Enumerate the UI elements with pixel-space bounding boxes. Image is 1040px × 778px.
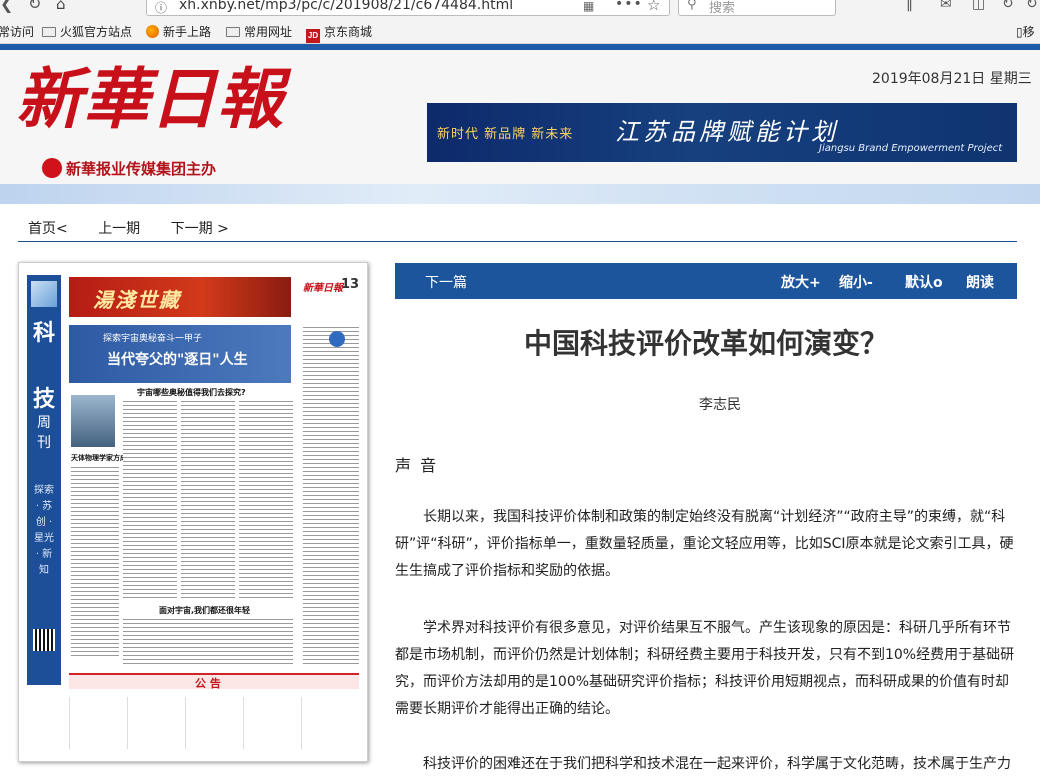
mini-logo: 新華日報	[303, 283, 343, 294]
back-icon[interactable]: ❮	[0, 0, 13, 13]
article-paragraph: 学术界对科技评价有很多意见，对评价结果互不服气。产生该现象的原因是：科研几乎所有…	[395, 620, 1015, 717]
column-headline-2: 面对宇宙,我们都还很年轻	[159, 606, 251, 615]
bookmark-common-sites[interactable]: 常用网址	[226, 23, 292, 40]
feature-header: 探索宇宙奥秘奋斗一甲子 当代夸父的"逐日"人生	[69, 325, 291, 383]
section-tagline: 探索 · 苏创 · 星光 · 新知	[34, 485, 54, 576]
reload-icon[interactable]: ↻	[28, 0, 41, 13]
section-title-1: 科	[32, 321, 55, 346]
search-icon: ⚲	[687, 0, 697, 12]
prev-issue-link[interactable]: 上一期	[98, 221, 140, 237]
text-column	[123, 619, 293, 667]
feature-kicker: 探索宇宙奥秘奋斗一甲子	[103, 334, 203, 344]
masthead: 新華日報 新華报业传媒集团主办 2019年08月21日 星期三 新时代 新品牌 …	[0, 50, 1040, 184]
banner-slogan: 新时代 新品牌 新未来	[437, 127, 574, 142]
newspaper-logo[interactable]: 新華日報	[16, 54, 284, 144]
bookmark-label: 移	[1022, 25, 1035, 39]
next-article-link[interactable]: 下一篇	[425, 272, 467, 292]
text-column	[239, 401, 293, 601]
issue-navigation: 首页< 上一期 下一期 >	[28, 218, 255, 238]
feature-title: 当代夸父的"逐日"人生	[107, 352, 248, 368]
article-paragraph: 长期以来，我国科技评价体制和政策的制定始终没有脱离“计划经济”“政府主导”的束缚…	[395, 509, 1014, 579]
qr-code-icon[interactable]: ▦	[583, 0, 594, 13]
issue-date: 2019年08月21日 星期三	[872, 71, 1032, 87]
firefox-icon	[146, 25, 159, 38]
brand-banner[interactable]: 新时代 新品牌 新未来 江苏品牌赋能计划 Jiangsu Brand Empow…	[427, 103, 1017, 162]
notice-header: 公 告	[69, 673, 359, 690]
library-icon[interactable]: ‖	[906, 0, 913, 12]
zoom-in-button[interactable]: 放大+	[781, 272, 821, 292]
folder-icon	[226, 27, 240, 37]
bookmark-label: 常用网址	[244, 25, 293, 39]
portrait-photo	[71, 395, 115, 447]
jd-icon: JD	[306, 29, 320, 43]
browser-toolbar: ❮ ↻ ⌂ ⓘ xh.xnby.net/mp3/pc/c/201908/21/c…	[0, 0, 1040, 18]
folder-icon	[42, 27, 56, 37]
bookmark-mobile[interactable]: ▯移	[1016, 23, 1035, 40]
url-text[interactable]: xh.xnby.net/mp3/pc/c/201908/21/c674484.h…	[179, 0, 513, 13]
home-link[interactable]: 首页<	[28, 221, 68, 237]
notice-title: 公 告	[195, 677, 221, 690]
qr-code-icon	[33, 629, 55, 651]
text-column	[123, 401, 177, 601]
bookmark-label: 京东商城	[324, 25, 373, 39]
text-column	[71, 467, 119, 657]
bookmark-firefox-site[interactable]: 火狐官方站点	[42, 23, 132, 40]
phone-icon: ▯	[1016, 25, 1023, 39]
bookmark-star-icon[interactable]: ☆	[647, 0, 660, 14]
column-headline-1: 宇宙哪些奥秘值得我们去探究?	[137, 388, 246, 397]
text-column	[181, 401, 235, 601]
cube-graphic	[31, 281, 57, 307]
section-title-2: 技	[32, 387, 55, 412]
bookmark-label: 新手上路	[163, 25, 212, 39]
right-column-text	[303, 327, 359, 667]
banner-subtitle: Jiangsu Brand Empowerment Project	[819, 143, 1003, 154]
article-toolbar: 下一篇 放大+ 缩小- 默认o 朗读	[395, 263, 1017, 299]
sync-icon[interactable]: ↻	[1002, 0, 1014, 12]
ad-text: 湯淺世藏	[93, 288, 181, 312]
bookmark-getting-started[interactable]: 新手上路	[146, 23, 211, 40]
section-weekly: 周刊	[37, 415, 51, 451]
sidebar-icon[interactable]: ◫	[972, 0, 985, 12]
decorative-stripe	[0, 184, 1040, 204]
nav-divider	[18, 241, 1017, 242]
home-icon[interactable]: ⌂	[56, 0, 66, 13]
ad-banner: 湯淺世藏	[69, 277, 291, 317]
chat-icon[interactable]: ✉	[940, 0, 952, 12]
bookmark-most-visited[interactable]: 常访问	[0, 23, 34, 40]
next-issue-link[interactable]: 下一期 >	[171, 221, 229, 237]
search-box[interactable]: ⚲ 搜索	[678, 0, 836, 16]
page-thumbnail[interactable]: 科 技 周刊 探索 · 苏创 · 星光 · 新知 湯淺世藏 新華日報 13 探索…	[18, 262, 368, 762]
search-placeholder: 搜索	[709, 1, 736, 16]
publisher-text: 新華报业传媒集团主办	[66, 160, 217, 178]
bookmark-label: 火狐官方站点	[60, 25, 133, 39]
article-paragraph: 科技评价的困难还在于我们把科学和技术混在一起来评价，科学属于文化范畴，技术属于生…	[423, 756, 1011, 772]
article-section: 声 音	[395, 456, 439, 475]
bookmarks-bar: 常访问 火狐官方站点 新手上路 常用网址 JD 京东商城 ▯移	[0, 18, 1040, 44]
notice-grid	[69, 697, 359, 749]
article-title: 中国科技评价改革如何演变？	[523, 327, 888, 360]
bookmark-jd[interactable]: JD 京东商城	[306, 23, 372, 43]
zoom-out-button[interactable]: 缩小-	[839, 272, 873, 292]
page-number: 13	[341, 277, 360, 292]
publisher-line: 新華报业传媒集团主办	[42, 158, 216, 179]
column-badge-icon	[329, 331, 345, 347]
publisher-logo-icon	[42, 158, 62, 178]
url-bar[interactable]: ⓘ xh.xnby.net/mp3/pc/c/201908/21/c674484…	[146, 0, 670, 16]
extension-icon[interactable]: ↻	[1026, 0, 1038, 12]
banner-title: 江苏品牌赋能计划	[615, 118, 839, 146]
more-icon[interactable]: •••	[615, 0, 643, 12]
default-size-button[interactable]: 默认o	[905, 272, 943, 292]
info-icon[interactable]: ⓘ	[155, 0, 167, 16]
read-aloud-button[interactable]: 朗读	[966, 272, 994, 292]
article-author: 李志民	[699, 397, 741, 413]
